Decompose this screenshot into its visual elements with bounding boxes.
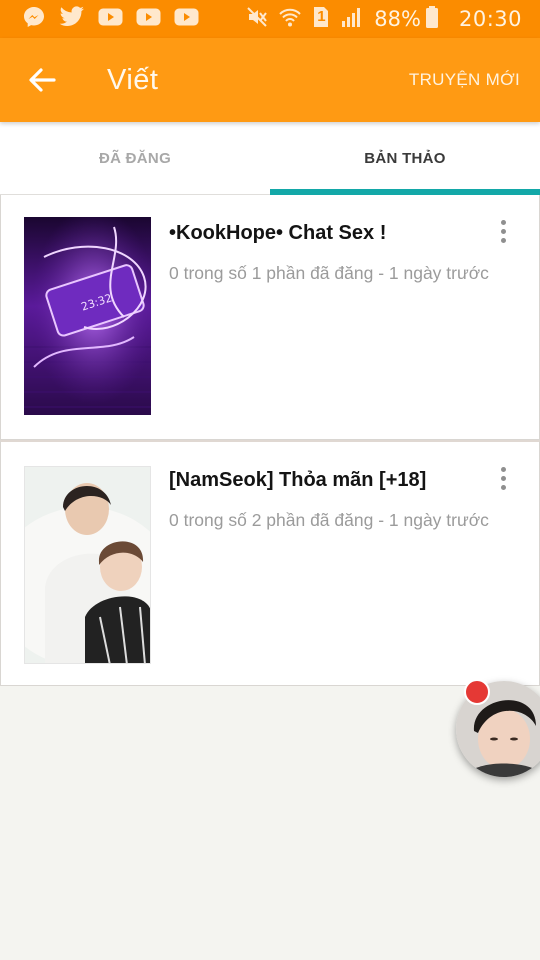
more-options-icon[interactable] — [489, 217, 517, 245]
notification-icons — [22, 5, 212, 34]
story-card[interactable]: [NamSeok] Thỏa mãn [+18] 0 trong số 2 ph… — [0, 440, 540, 686]
app-bar: Viết TRUYỆN MỚI — [0, 38, 540, 122]
clock: 20:30 — [458, 7, 522, 31]
tab-bar: ĐÃ ĐĂNG BẢN THẢO — [0, 122, 540, 195]
youtube-icon — [174, 7, 199, 32]
status-bar: 1 88% 20:30 — [0, 0, 540, 38]
twitter-icon — [59, 5, 85, 33]
youtube-icon — [136, 7, 161, 32]
youtube-icon — [98, 7, 123, 32]
mute-icon — [246, 6, 268, 33]
battery-percent: 88% — [374, 7, 421, 31]
story-card[interactable]: 23:32 •KookHope• Chat Sex ! 0 trong số 1… — [0, 195, 540, 440]
new-story-button[interactable]: TRUYỆN MỚI — [409, 70, 520, 90]
page-title: Viết — [107, 63, 159, 96]
more-options-icon[interactable] — [489, 464, 517, 492]
wifi-icon — [278, 6, 302, 33]
tab-published-label: ĐÃ ĐĂNG — [98, 149, 172, 167]
story-list: 23:32 •KookHope• Chat Sex ! 0 trong số 1… — [0, 195, 540, 686]
system-icons: 1 88% 20:30 — [236, 5, 522, 34]
sim-slot-label: 1 — [317, 7, 326, 25]
signal-icon — [340, 6, 362, 33]
messenger-icon — [22, 5, 46, 34]
tab-drafts-label: BẢN THẢO — [364, 149, 446, 167]
chat-notification-badge — [464, 679, 490, 705]
story-title[interactable]: [NamSeok] Thỏa mãn [+18] — [169, 469, 426, 492]
tab-drafts[interactable]: BẢN THẢO — [270, 122, 540, 195]
arrow-left-icon — [29, 68, 56, 92]
story-meta: 0 trong số 1 phần đã đăng - 1 ngày trước — [169, 263, 489, 283]
story-cover-image — [24, 466, 151, 664]
battery-icon — [425, 5, 439, 34]
story-cover-image: 23:32 — [24, 217, 151, 415]
story-meta: 0 trong số 2 phần đã đăng - 1 ngày trước — [169, 510, 489, 530]
back-button[interactable] — [22, 60, 62, 100]
sim-icon: 1 — [312, 5, 330, 34]
tab-published[interactable]: ĐÃ ĐĂNG — [0, 122, 270, 194]
story-title[interactable]: •KookHope• Chat Sex ! — [169, 222, 386, 245]
